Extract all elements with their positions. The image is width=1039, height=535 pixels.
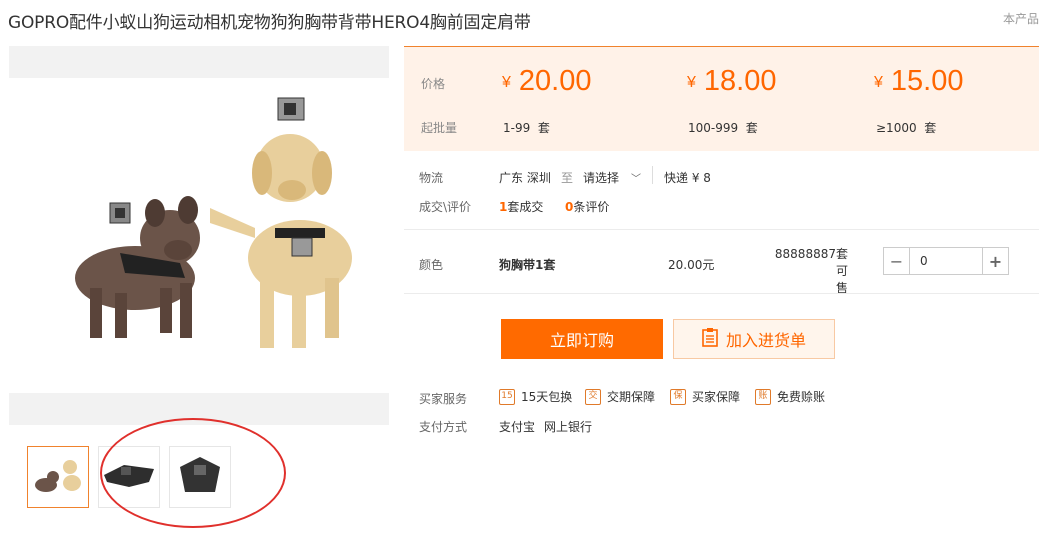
bulldog-illustration — [75, 196, 200, 338]
services-label: 买家服务 — [419, 392, 468, 406]
range-tier-1: 1-99 套 — [503, 121, 550, 135]
logistics-label: 物流 — [419, 171, 444, 185]
clipboard-icon — [702, 327, 718, 351]
shield-icon: 保 — [670, 388, 686, 405]
express-fee: 快递 ¥ 8 — [664, 171, 711, 185]
add-to-cart-button[interactable]: 加入进货单 — [673, 319, 835, 359]
thumbnail-dogs[interactable] — [27, 446, 89, 508]
product-title: GOPRO配件小蚁山狗运动相机宠物狗狗胸带背带HERO4胸前固定肩带 — [8, 13, 531, 33]
range-tier-2: 100-999 套 — [688, 121, 758, 135]
minus-button[interactable]: − — [884, 248, 910, 274]
price-tier-2: ¥18.00 — [687, 65, 777, 97]
ship-from: 广东 深圳 — [499, 171, 551, 185]
variant-price: 20.00元 — [668, 258, 715, 272]
service-delivery[interactable]: 交 交期保障 — [585, 388, 655, 405]
destination-select[interactable]: 请选择 ﹀ — [583, 169, 641, 186]
review-count[interactable]: 0条评价 — [565, 198, 609, 215]
price-panel: 价格 起批量 ¥20.00 ¥18.00 ¥15.00 1-99 套 100-9… — [404, 46, 1039, 151]
ship-to-word: 至 — [561, 171, 574, 185]
deal-count[interactable]: 1套成交 — [499, 198, 543, 215]
variant-name: 狗胸带1套 — [499, 258, 556, 272]
labrador-illustration — [210, 97, 352, 348]
buy-now-button[interactable]: 立即订购 — [501, 319, 663, 359]
gallery-bottom-band — [9, 393, 389, 425]
quantity-stepper: − + — [883, 247, 1009, 275]
range-tier-3: ≥1000 套 — [876, 121, 937, 135]
service-buyer-protection[interactable]: 保 买家保障 — [670, 388, 740, 405]
credit-icon: 账 — [755, 388, 771, 405]
chevron-down-icon: ﹀ — [631, 174, 642, 185]
price-label: 价格 — [421, 77, 446, 91]
quantity-input[interactable] — [910, 248, 982, 274]
payment-online-bank: 网上银行 — [544, 420, 593, 434]
price-tier-3: ¥15.00 — [874, 65, 964, 97]
thumbnail-harness-1[interactable] — [98, 446, 160, 508]
variant-stock: 88888887套可 售 — [774, 247, 848, 295]
thumbnail-strip — [27, 446, 231, 508]
service-exchange[interactable]: 15 15天包换 — [499, 388, 572, 405]
gallery-top-band — [9, 46, 389, 78]
thumbnail-harness-2[interactable] — [169, 446, 231, 508]
divider-bottom — [404, 293, 1039, 294]
color-label: 颜色 — [419, 258, 444, 272]
delivery-icon: 交 — [585, 388, 601, 405]
deals-label: 成交\评价 — [419, 200, 472, 214]
plus-button[interactable]: + — [982, 248, 1008, 274]
payment-alipay: 支付宝 — [499, 420, 536, 434]
min-qty-label: 起批量 — [421, 121, 458, 135]
price-tier-1: ¥20.00 — [502, 65, 592, 97]
service-credit[interactable]: 账 免费赊账 — [755, 388, 825, 405]
exchange-icon: 15 — [499, 388, 515, 405]
divider-top — [404, 229, 1039, 230]
corner-note: 本产品 — [1002, 12, 1039, 26]
main-product-image[interactable] — [30, 88, 390, 378]
payment-label: 支付方式 — [419, 420, 468, 434]
divider — [652, 166, 653, 184]
